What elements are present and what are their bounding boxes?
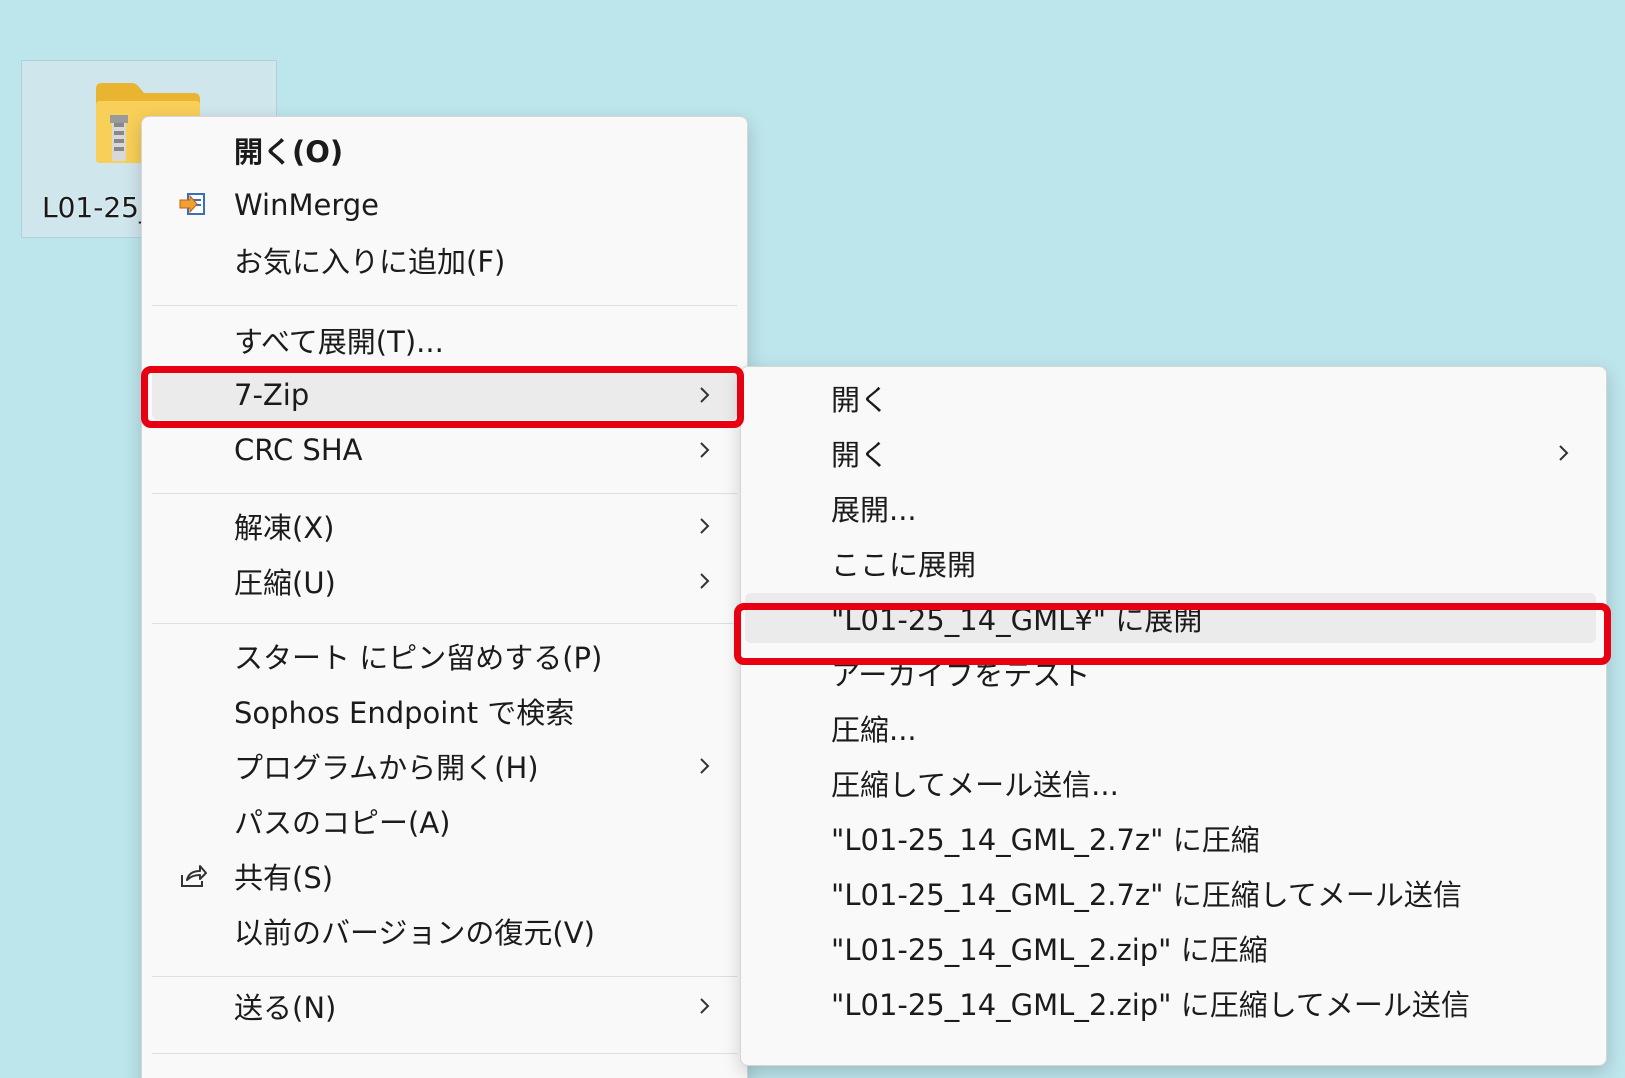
menu-separator — [152, 976, 737, 977]
chevron-right-icon — [700, 573, 710, 589]
menu-item-pin-start[interactable]: スタート にピン留めする(P) — [152, 631, 737, 681]
desktop: L01-25_ 開く(O) WinMerge お気に入りに追加(F) すべて展開… — [0, 0, 1625, 1078]
menu-item-label: 展開... — [831, 493, 917, 527]
menu-item-label: 開く(O) — [234, 135, 344, 169]
menu-item-label: CRC SHA — [234, 433, 363, 467]
menu-item-copy-path[interactable]: パスのコピー(A) — [152, 796, 737, 846]
submenu-item-extract-files[interactable]: 展開... — [745, 483, 1596, 533]
menu-item-crc-sha[interactable]: CRC SHA — [152, 425, 737, 475]
menu-item-share[interactable]: 共有(S) — [152, 851, 737, 901]
menu-item-open[interactable]: 開く(O) — [152, 125, 737, 175]
menu-item-restore-versions[interactable]: 以前のバージョンの復元(V) — [152, 906, 737, 956]
menu-item-send-to[interactable]: 送る(N) — [152, 981, 737, 1031]
context-menu: 開く(O) WinMerge お気に入りに追加(F) すべて展開(T)... 7… — [141, 116, 748, 1078]
chevron-right-icon — [700, 387, 710, 403]
menu-item-label: "L01-25_14_GML_2.zip" に圧縮してメール送信 — [831, 988, 1470, 1022]
chevron-right-icon — [700, 758, 710, 774]
menu-item-add-favorites[interactable]: お気に入りに追加(F) — [152, 235, 737, 285]
menu-item-winmerge[interactable]: WinMerge — [152, 180, 737, 230]
menu-item-label: 圧縮... — [831, 713, 917, 747]
chevron-right-icon — [700, 442, 710, 458]
menu-item-compress[interactable]: 圧縮(U) — [152, 556, 737, 606]
submenu-item-extract-to-folder[interactable]: "L01-25_14_GML¥" に展開 — [745, 593, 1596, 643]
menu-item-label: パスのコピー(A) — [234, 806, 451, 840]
submenu-item-zip-email[interactable]: "L01-25_14_GML_2.zip" に圧縮してメール送信 — [745, 978, 1596, 1028]
file-name-label: L01-25_ — [42, 191, 153, 224]
share-icon — [181, 865, 207, 887]
menu-item-label: WinMerge — [234, 188, 379, 222]
menu-item-label: 圧縮してメール送信... — [831, 768, 1119, 802]
menu-item-label: "L01-25_14_GML_2.7z" に圧縮 — [831, 823, 1260, 857]
menu-item-label: 7-Zip — [234, 378, 310, 412]
menu-item-7zip[interactable]: 7-Zip — [152, 370, 737, 420]
menu-item-label: ここに展開 — [831, 548, 977, 582]
menu-item-extract[interactable]: 解凍(X) — [152, 501, 737, 551]
7zip-submenu: 開く 開く 展開... ここに展開 "L01-25_14_GML¥" に展開 ア… — [740, 366, 1607, 1066]
menu-item-extract-all[interactable]: すべて展開(T)... — [152, 315, 737, 365]
menu-separator — [152, 493, 737, 494]
chevron-right-icon — [700, 518, 710, 534]
menu-item-label: 開く — [831, 383, 890, 417]
menu-item-label: スタート にピン留めする(P) — [234, 641, 603, 675]
menu-item-sophos-scan[interactable]: Sophos Endpoint で検索 — [152, 686, 737, 736]
chevron-right-icon — [700, 998, 710, 1014]
submenu-item-open[interactable]: 開く — [745, 373, 1596, 423]
menu-separator — [152, 1053, 737, 1054]
menu-item-label: 共有(S) — [234, 861, 334, 895]
submenu-item-test-archive[interactable]: アーカイブをテスト — [745, 648, 1596, 698]
menu-separator — [152, 305, 737, 306]
chevron-right-icon — [1559, 445, 1569, 461]
submenu-item-add-to-7z[interactable]: "L01-25_14_GML_2.7z" に圧縮 — [745, 813, 1596, 863]
menu-item-label: お気に入りに追加(F) — [234, 245, 506, 279]
submenu-item-add-to-archive[interactable]: 圧縮... — [745, 703, 1596, 753]
submenu-item-open-sub[interactable]: 開く — [745, 428, 1596, 478]
menu-item-label: アーカイブをテスト — [831, 658, 1091, 692]
menu-item-label: 開く — [831, 438, 890, 472]
menu-item-label: "L01-25_14_GML_2.zip" に圧縮 — [831, 933, 1268, 967]
menu-item-label: "L01-25_14_GML¥" に展開 — [831, 603, 1203, 637]
menu-item-label: プログラムから開く(H) — [234, 751, 539, 785]
menu-item-label: すべて展開(T)... — [234, 325, 444, 359]
submenu-item-extract-here[interactable]: ここに展開 — [745, 538, 1596, 588]
menu-item-label: 圧縮(U) — [234, 566, 336, 600]
winmerge-icon — [179, 193, 205, 215]
menu-item-label: 送る(N) — [234, 991, 337, 1025]
submenu-item-compress-email[interactable]: 圧縮してメール送信... — [745, 758, 1596, 808]
menu-item-label: "L01-25_14_GML_2.7z" に圧縮してメール送信 — [831, 878, 1462, 912]
menu-item-label: 以前のバージョンの復元(V) — [234, 916, 595, 950]
submenu-item-add-to-zip[interactable]: "L01-25_14_GML_2.zip" に圧縮 — [745, 923, 1596, 973]
submenu-item-7z-email[interactable]: "L01-25_14_GML_2.7z" に圧縮してメール送信 — [745, 868, 1596, 918]
menu-item-open-with[interactable]: プログラムから開く(H) — [152, 741, 737, 791]
menu-separator — [152, 623, 737, 624]
menu-item-label: Sophos Endpoint で検索 — [234, 696, 575, 730]
menu-item-label: 解凍(X) — [234, 511, 335, 545]
